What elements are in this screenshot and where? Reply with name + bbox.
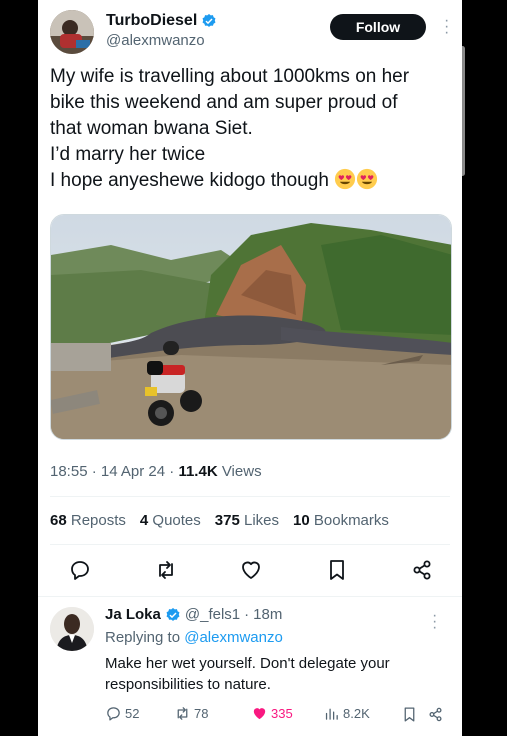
verified-badge-icon (166, 607, 180, 621)
scrollbar-track[interactable] (462, 0, 507, 736)
tweet-text-line: My wife is travelling about 1000kms on h… (50, 66, 410, 87)
author-avatar[interactable] (50, 10, 94, 54)
bookmark-icon[interactable] (401, 706, 418, 723)
tweet-text-line-with-emoji: I hope anyeshewe kidogo though (50, 168, 454, 194)
quotes-stat[interactable]: 4 Quotes (140, 512, 201, 529)
tweet-text-line: that woman bwana Siet. (50, 118, 253, 139)
author-name[interactable]: TurboDiesel (106, 12, 197, 30)
tweet-detail-panel: TurboDiesel @alexmwanzo Follow · · · My wi… (38, 0, 462, 736)
reply-views-button[interactable]: 8.2K (323, 705, 370, 722)
reposts-stat[interactable]: 68 Reposts (50, 512, 126, 529)
meta-separator: · (91, 463, 97, 480)
tweet-photo[interactable] (50, 214, 452, 440)
verified-badge-icon (202, 14, 216, 27)
reposts-count: 68 (50, 512, 67, 529)
likes-count: 375 (214, 512, 240, 529)
reply-text: Make her wet yourself. Don't delegate yo… (105, 655, 390, 693)
repost-icon (177, 707, 188, 720)
divider (50, 544, 450, 545)
heart-eyes-emoji-icon (357, 168, 378, 190)
reply-replies-count: 52 (125, 706, 140, 721)
author-name-row: TurboDiesel (106, 12, 217, 30)
reply-repost-button[interactable]: 78 (174, 705, 208, 722)
engagement-stats: 68 Reposts 4 Quotes 375 Likes 10 Bookmar… (50, 512, 389, 529)
bookmark-icon[interactable] (325, 558, 349, 582)
reply-age[interactable]: 18m (253, 606, 282, 623)
more-icon[interactable]: · · · (432, 608, 437, 636)
replying-to: Replying to @alexmwanzo (105, 629, 283, 646)
reply-reply-button[interactable]: 52 (105, 705, 139, 722)
tweet-date[interactable]: 14 Apr 24 (101, 463, 165, 480)
tweet-header: TurboDiesel @alexmwanzo Follow · · · (50, 10, 450, 56)
heart-eyes-emoji-icon (335, 168, 356, 190)
reply-icon (107, 707, 120, 721)
replying-mention-link[interactable]: @alexmwanzo (184, 629, 283, 646)
bookmarks-count: 10 (293, 512, 310, 529)
replying-prefix: Replying to (105, 629, 181, 646)
reply-likes-count: 335 (271, 706, 293, 721)
likes-label: Likes (243, 512, 280, 529)
reply-author-avatar[interactable] (50, 607, 94, 651)
more-icon[interactable]: · · · (444, 13, 449, 41)
author-handle[interactable]: @alexmwanzo (106, 32, 205, 49)
heart-icon (253, 708, 266, 720)
tweet-time[interactable]: 18:55 (50, 463, 88, 480)
tweet-text: My wife is travelling about 1000kms on h… (50, 64, 454, 194)
tweet-timestamp: 18:55 · 14 Apr 24 · 11.4K Views (50, 463, 262, 480)
tweet-text-line: I’d marry her twice (50, 144, 206, 165)
repost-icon[interactable] (154, 558, 178, 582)
tweet-text-line: bike this weekend and am super proud of (50, 92, 398, 113)
divider (50, 496, 450, 497)
share-icon[interactable] (427, 706, 444, 723)
views-label: Views (221, 463, 262, 480)
bookmarks-label: Bookmarks (313, 512, 389, 529)
heart-icon[interactable] (239, 558, 263, 582)
reply-tweet[interactable]: Ja Loka @_fels1 · 18m · · · Replying to @a… (38, 597, 462, 736)
quotes-label: Quotes (152, 512, 201, 529)
meta-separator: · (169, 463, 175, 480)
follow-button[interactable]: Follow (330, 14, 426, 40)
reply-action-bar: 52 78 335 8.2K (105, 705, 450, 727)
likes-stat[interactable]: 375 Likes (215, 512, 279, 529)
views-count: 11.4K (178, 463, 218, 480)
quotes-count: 4 (139, 512, 149, 529)
reply-author-name[interactable]: Ja Loka (105, 606, 161, 623)
reply-like-button[interactable]: 335 (251, 705, 293, 722)
reply-author-row: Ja Loka @_fels1 · 18m (105, 606, 282, 623)
reposts-label: Reposts (70, 512, 126, 529)
reply-icon[interactable] (68, 558, 92, 582)
tweet-action-bar (50, 556, 450, 586)
reply-reposts-count: 78 (194, 706, 209, 721)
reply-views-count: 8.2K (343, 706, 370, 721)
tweet-text-line: I hope anyeshewe kidogo though (50, 170, 329, 191)
share-icon[interactable] (410, 558, 434, 582)
views-bar-icon (325, 708, 338, 720)
bookmarks-stat[interactable]: 10 Bookmarks (293, 512, 389, 529)
reply-author-handle[interactable]: @_fels1 (185, 606, 240, 623)
meta-separator: · (244, 606, 250, 623)
